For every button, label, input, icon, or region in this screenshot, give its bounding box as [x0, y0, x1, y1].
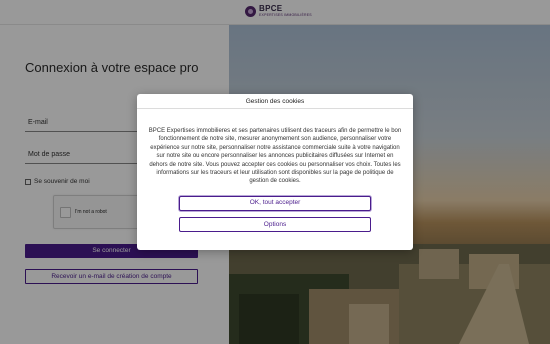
cookie-consent-dialog: Gestion des cookies BPCE Expertises immo…: [137, 94, 413, 250]
accept-all-cookies-button[interactable]: OK, tout accepter: [179, 196, 371, 211]
cookie-dialog-title: Gestion des cookies: [137, 94, 413, 109]
cookie-dialog-text: BPCE Expertises immobilieres et ses part…: [148, 128, 402, 185]
cookie-options-button[interactable]: Options: [179, 217, 371, 232]
